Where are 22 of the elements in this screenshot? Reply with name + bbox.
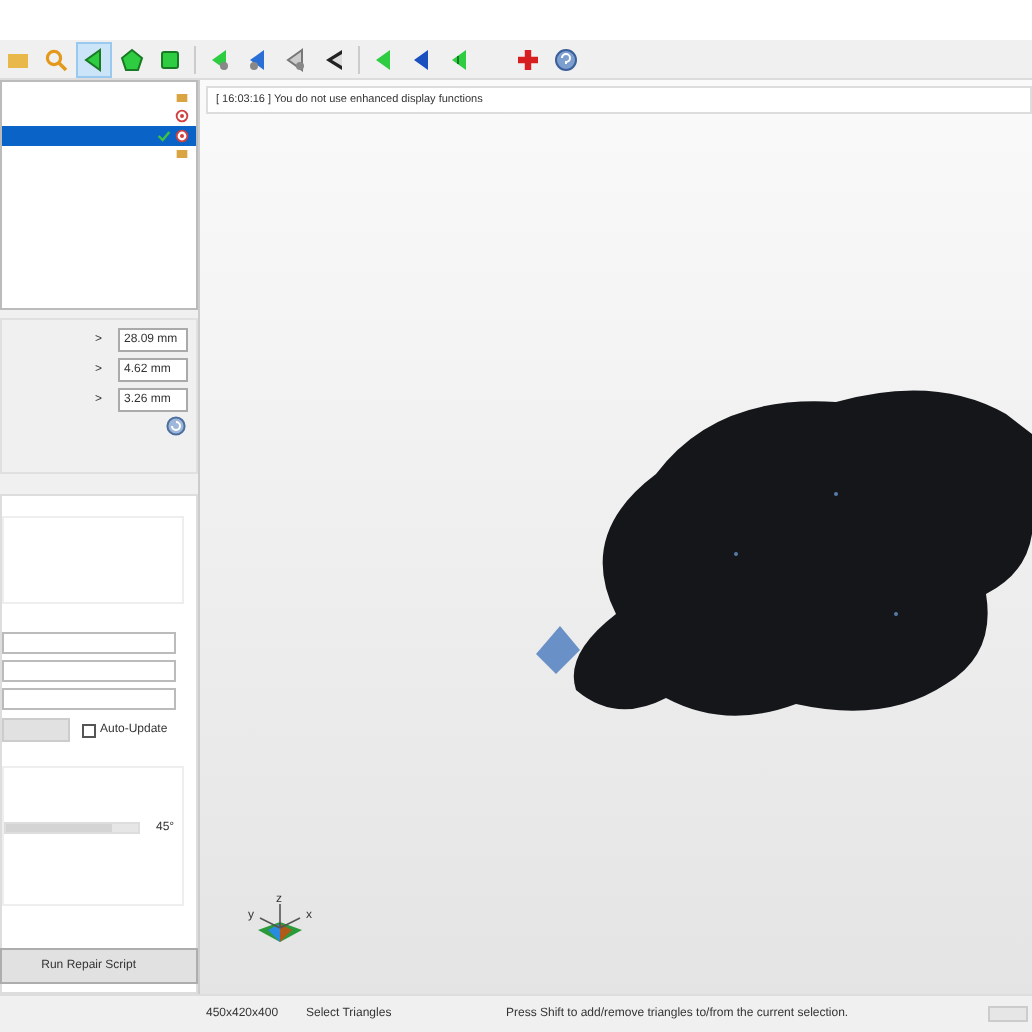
refresh-icon[interactable] [166,416,186,436]
triangle-icon [448,47,472,71]
triangle-icon [82,47,106,71]
triangle-icon [372,47,396,71]
input-field[interactable] [2,660,176,682]
plus-icon [516,47,540,71]
input-field[interactable] [2,688,176,710]
folder-icon [174,89,190,106]
search-icon [44,47,68,71]
checkbox[interactable] [82,723,96,737]
triangle-icon [410,47,434,71]
triangle-icon [322,47,346,71]
axis-triad-drawing [258,903,302,942]
pentagon-icon [120,47,144,71]
triangle-icon [208,47,232,71]
angle-slider[interactable] [4,822,140,834]
folder-icon [174,146,190,163]
square-icon [158,47,182,71]
triangle-icon [284,47,308,71]
help-icon [554,47,578,71]
input-field[interactable] [2,632,176,654]
triangle-icon [246,47,270,71]
